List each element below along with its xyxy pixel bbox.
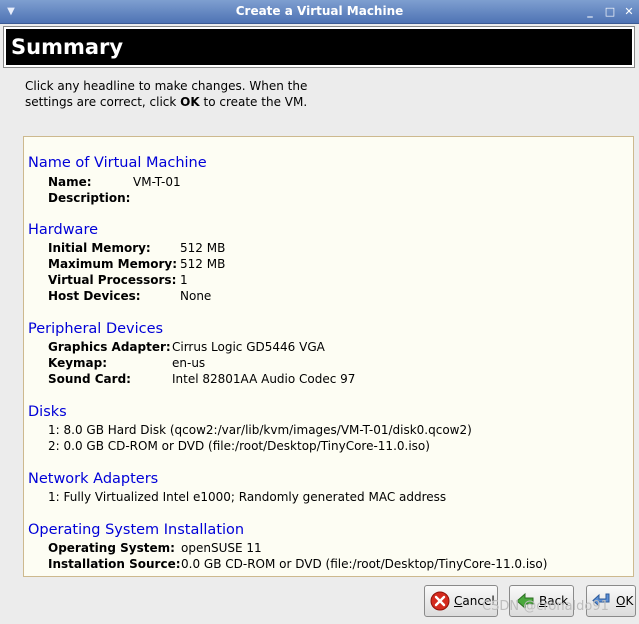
disk-item: 1: 8.0 GB Hard Disk (qcow2:/var/lib/kvm/…	[48, 423, 472, 437]
window-titlebar[interactable]: ▼ Create a Virtual Machine _ □ ✕	[0, 0, 639, 24]
headline-peripheral-devices[interactable]: Peripheral Devices	[28, 321, 163, 337]
intro-ok-word: OK	[180, 95, 200, 109]
headline-os-installation[interactable]: Operating System Installation	[28, 522, 244, 538]
operating-system-value: openSUSE 11	[181, 541, 262, 555]
headline-disks[interactable]: Disks	[28, 404, 67, 420]
host-devices-label: Host Devices:	[48, 289, 141, 303]
minimize-icon[interactable]: _	[584, 6, 596, 18]
maximum-memory-value: 512 MB	[180, 257, 226, 271]
window-title: Create a Virtual Machine	[235, 4, 404, 18]
virtual-processors-label: Virtual Processors:	[48, 273, 177, 287]
summary-banner: Summary	[3, 26, 635, 68]
summary-panel: Name of Virtual Machine Name: VM-T-01 De…	[23, 136, 634, 577]
intro-text: Click any headline to make changes. When…	[25, 78, 315, 110]
description-label: Description:	[48, 191, 131, 205]
name-value: VM-T-01	[133, 175, 181, 189]
ok-button-label: OK	[616, 594, 634, 608]
keymap-value: en-us	[172, 356, 206, 370]
sound-card-label: Sound Card:	[48, 372, 131, 386]
installation-source-label: Installation Source:	[48, 557, 181, 571]
initial-memory-label: Initial Memory:	[48, 241, 151, 255]
keymap-label: Keymap:	[48, 356, 108, 370]
close-icon[interactable]: ✕	[623, 6, 635, 18]
installation-source-value: 0.0 GB CD-ROM or DVD (file:/root/Desktop…	[181, 557, 548, 571]
disk-item: 2: 0.0 GB CD-ROM or DVD (file:/root/Desk…	[48, 439, 430, 453]
virtual-processors-value: 1	[180, 273, 188, 287]
watermark: CSDN @cronaldo91	[482, 599, 609, 614]
initial-memory-value: 512 MB	[180, 241, 226, 255]
host-devices-value: None	[180, 289, 212, 303]
name-label: Name:	[48, 175, 92, 189]
sound-card-value: Intel 82801AA Audio Codec 97	[172, 372, 356, 386]
cancel-icon	[430, 591, 450, 611]
intro-text-after: to create the VM.	[199, 95, 308, 109]
headline-name-of-vm[interactable]: Name of Virtual Machine	[28, 155, 207, 171]
operating-system-label: Operating System:	[48, 541, 175, 555]
headline-network-adapters[interactable]: Network Adapters	[28, 471, 158, 487]
maximize-icon[interactable]: □	[604, 6, 616, 18]
network-item: 1: Fully Virtualized Intel e1000; Random…	[48, 490, 447, 504]
page-title: Summary	[11, 35, 124, 59]
maximum-memory-label: Maximum Memory:	[48, 257, 177, 271]
graphics-adapter-value: Cirrus Logic GD5446 VGA	[172, 340, 325, 354]
headline-hardware[interactable]: Hardware	[28, 222, 98, 238]
graphics-adapter-label: Graphics Adapter:	[48, 340, 171, 354]
